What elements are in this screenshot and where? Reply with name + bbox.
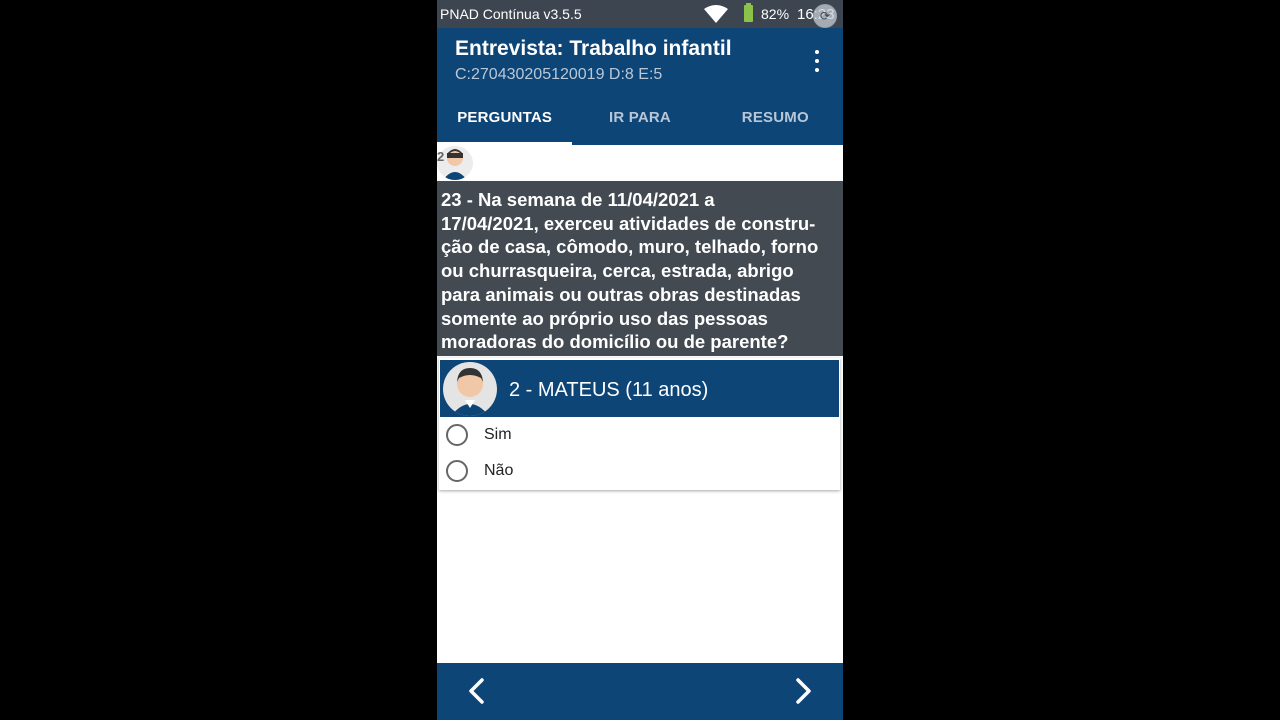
question-line: somente ao próprio uso das pessoas — [441, 307, 768, 329]
answer-card: 2 - MATEUS (11 anos) Sim Não — [439, 358, 840, 490]
tab-resumo[interactable]: RESUMO — [708, 90, 843, 145]
option-nao[interactable]: Não — [446, 457, 746, 485]
tab-bar: PERGUNTAS IR PARA RESUMO — [437, 90, 843, 145]
status-bar: PNAD Contínua v3.5.5 82% 16:23 ⟳ — [437, 0, 843, 28]
option-label: Sim — [484, 426, 512, 443]
respondent-header: 2 - MATEUS (11 anos) — [440, 360, 839, 417]
battery-percent: 82% — [761, 6, 790, 22]
option-label: Não — [484, 462, 514, 479]
question-line: ou churrasqueira, cerca, estrada, abrigo — [441, 260, 794, 282]
tab-perguntas[interactable]: PERGUNTAS — [437, 90, 573, 145]
question-line: ção de casa, cômodo, muro, telhado, forn… — [441, 236, 819, 258]
chevron-right-icon[interactable] — [787, 676, 817, 706]
question-text: 23 - Na semana de 11/04/2021 a 17/04/202… — [437, 181, 843, 356]
overlay-bubble-icon[interactable]: ⟳ — [813, 4, 837, 28]
respondent-name: 2 - MATEUS (11 anos) — [509, 379, 709, 401]
interview-code: C:270430205120019 D:8 E:5 — [455, 66, 663, 83]
person-strip[interactable]: 2 — [437, 145, 843, 181]
bottom-navigation — [437, 663, 843, 720]
question-line: para animais ou outras obras destinadas — [441, 283, 801, 305]
more-options-icon[interactable] — [807, 50, 827, 72]
battery-icon — [744, 3, 753, 22]
question-line: 17/04/2021, exerceu atividades de constr… — [441, 212, 816, 234]
wifi-icon — [704, 5, 728, 23]
avatar-icon — [443, 362, 497, 416]
radio-button[interactable] — [446, 460, 468, 482]
question-line: moradoras do domicílio ou de parente? — [441, 331, 789, 353]
app-bar: Entrevista: Trabalho infantil C:27043020… — [437, 28, 843, 90]
status-app-name: PNAD Contínua v3.5.5 — [440, 6, 582, 22]
radio-button[interactable] — [446, 424, 468, 446]
page-title: Entrevista: Trabalho infantil — [455, 37, 732, 60]
person-number: 2 — [437, 149, 445, 164]
option-sim[interactable]: Sim — [446, 421, 746, 449]
phone-screen: PNAD Contínua v3.5.5 82% 16:23 ⟳ Entrevi… — [437, 0, 843, 720]
tab-ir-para[interactable]: IR PARA — [572, 90, 707, 145]
question-line: 23 - Na semana de 11/04/2021 a — [441, 189, 715, 210]
chevron-left-icon[interactable] — [463, 676, 493, 706]
